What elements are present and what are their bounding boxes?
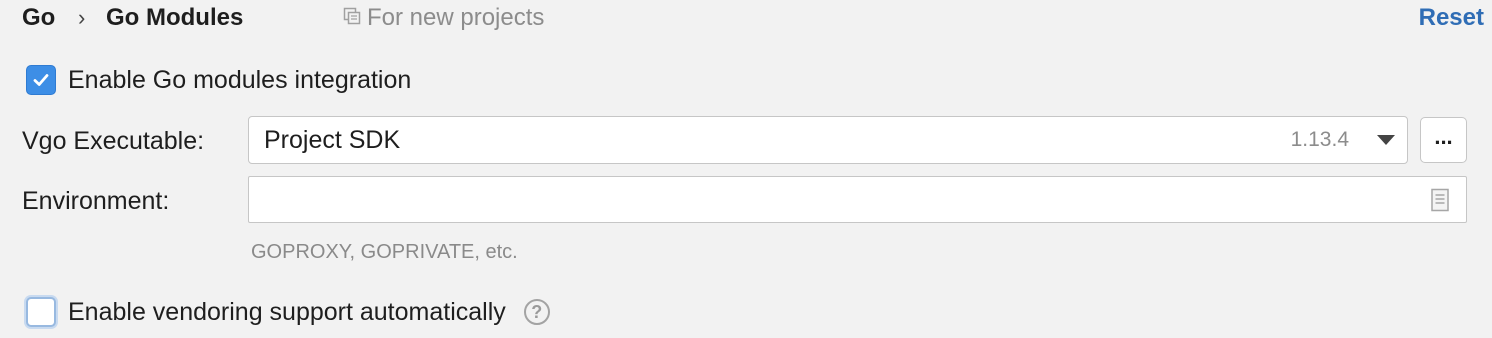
document-icon[interactable] — [1430, 188, 1450, 217]
enable-vendoring-checkbox[interactable] — [26, 297, 56, 327]
reset-link[interactable]: Reset — [1419, 4, 1484, 32]
environment-input[interactable] — [248, 176, 1467, 223]
enable-vendoring-row[interactable]: Enable vendoring support automatically ? — [26, 297, 550, 327]
vgo-executable-value: Project SDK — [264, 125, 401, 154]
page-title: Go Modules — [106, 4, 244, 31]
help-icon[interactable]: ? — [523, 299, 550, 325]
sdk-version: 1.13.4 — [1290, 128, 1349, 151]
copy-icon — [343, 4, 367, 32]
enable-modules-row[interactable]: Enable Go modules integration — [26, 65, 411, 95]
scope-indicator: For new projects — [343, 4, 544, 32]
breadcrumb-root: Go — [22, 4, 56, 31]
browse-button[interactable]: ... — [1420, 117, 1467, 163]
environment-hint: GOPROXY, GOPRIVATE, etc. — [251, 241, 518, 263]
scope-label: For new projects — [367, 4, 545, 31]
environment-label: Environment: — [22, 187, 170, 215]
breadcrumb-separator: › — [78, 5, 86, 30]
dropdown-arrow-icon[interactable] — [1377, 135, 1395, 145]
checkmark-icon — [33, 74, 49, 86]
vgo-executable-label: Vgo Executable: — [22, 127, 205, 155]
enable-modules-label: Enable Go modules integration — [68, 66, 412, 94]
vgo-executable-select[interactable]: Project SDK 1.13.4 — [248, 116, 1408, 164]
enable-vendoring-label: Enable vendoring support automatically — [68, 298, 506, 326]
enable-modules-checkbox[interactable] — [26, 65, 56, 95]
